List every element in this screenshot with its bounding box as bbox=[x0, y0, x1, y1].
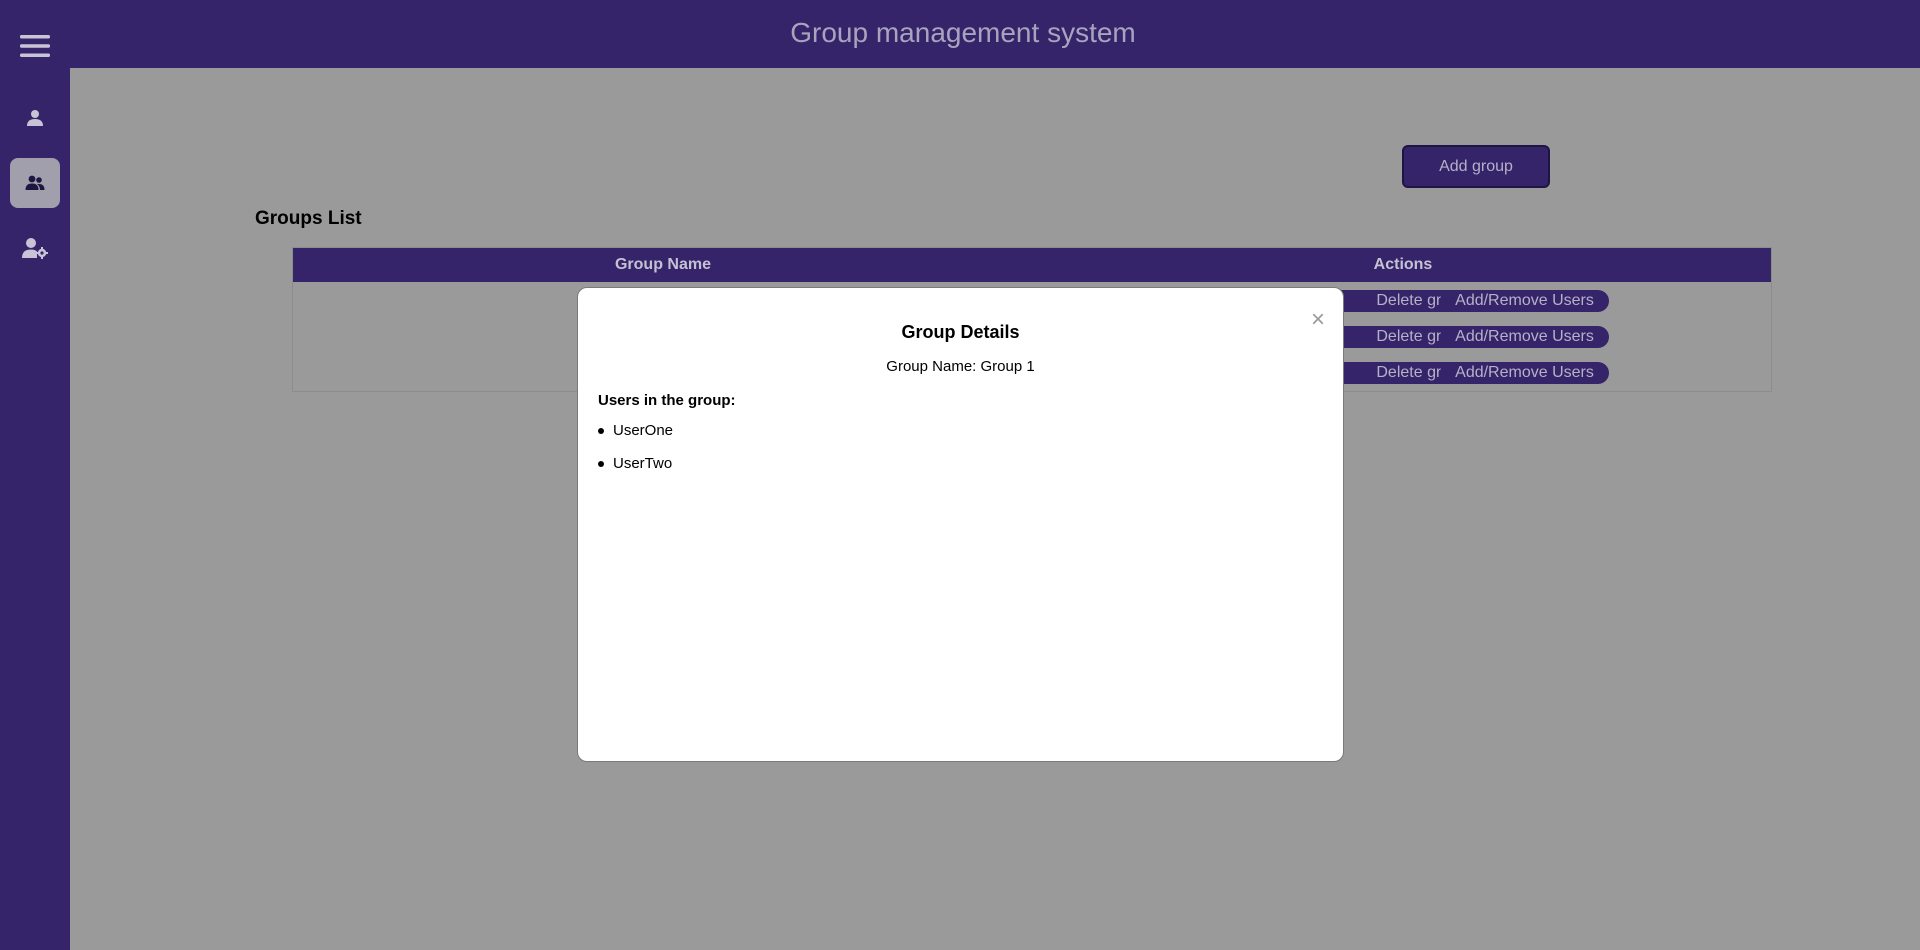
hamburger-menu-icon bbox=[20, 35, 50, 57]
sidebar-item-groups[interactable] bbox=[10, 158, 60, 208]
hamburger-menu-button[interactable] bbox=[10, 21, 60, 71]
column-header-actions: Actions bbox=[1373, 256, 1433, 273]
users-list: UserOne UserTwo bbox=[598, 422, 673, 488]
sidebar-item-user-settings[interactable] bbox=[10, 223, 60, 273]
add-remove-users-button[interactable]: Add/Remove Users bbox=[1440, 362, 1609, 384]
modal-title: Group Details bbox=[901, 322, 1020, 342]
group-name-text: Group Name: Group 1 bbox=[886, 358, 1035, 375]
user-settings-icon bbox=[22, 238, 48, 259]
add-group-button[interactable]: Add group bbox=[1402, 145, 1550, 188]
users-in-group-label: Users in the group: bbox=[598, 392, 736, 409]
sidebar bbox=[0, 0, 70, 950]
app-title: Group management system bbox=[790, 17, 1136, 48]
column-header-group-name: Group Name bbox=[614, 256, 711, 273]
add-remove-users-button[interactable]: Add/Remove Users bbox=[1440, 326, 1609, 348]
groups-list-title: Groups List bbox=[255, 208, 362, 229]
group-details-modal: × Group Details Group Name: Group 1 User… bbox=[577, 287, 1344, 762]
list-item: UserTwo bbox=[598, 455, 673, 488]
table-header: Group Name Actions bbox=[293, 248, 1771, 282]
header: Group management system bbox=[70, 0, 1920, 68]
sidebar-item-users[interactable] bbox=[10, 93, 60, 143]
list-item: UserOne bbox=[598, 422, 673, 455]
user-icon bbox=[27, 110, 43, 126]
add-remove-users-button[interactable]: Add/Remove Users bbox=[1440, 290, 1609, 312]
users-group-icon bbox=[25, 175, 45, 190]
